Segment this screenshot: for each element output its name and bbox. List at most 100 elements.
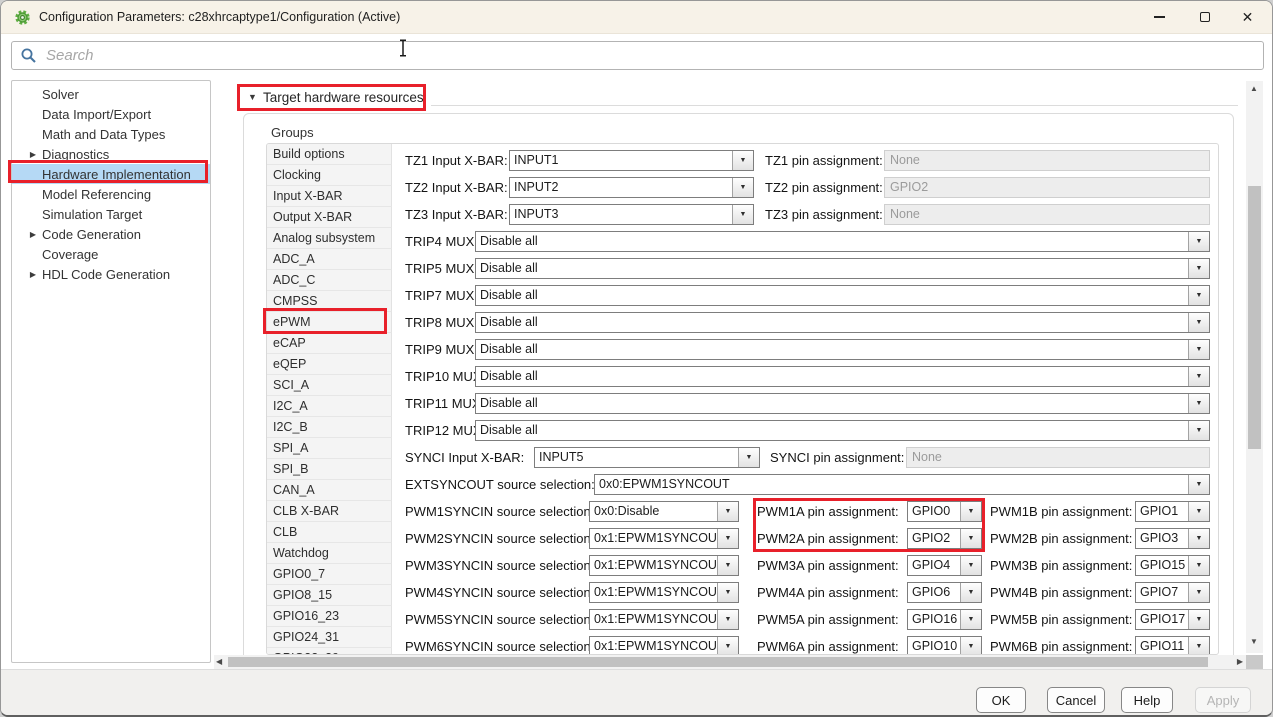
sidebar-item-diagnostics[interactable]: ▶ Diagnostics [12,144,210,164]
sidebar-item-code-generation[interactable]: ▶ Code Generation [12,224,210,244]
horizontal-scrollbar[interactable]: ◀ ▶ [214,655,1246,669]
combo-tz1-input-x-bar[interactable]: INPUT1▼ [509,150,754,171]
combo-value: INPUT1 [510,151,732,170]
combo-trip9-mux-select[interactable]: Disable all▼ [475,339,1210,360]
param-label-extsyncout-source-selection: EXTSYNCOUT source selection: [405,472,595,497]
combo-pwm4b-pin-assignment[interactable]: GPIO7▼ [1135,582,1210,603]
combo-pwm5b-pin-assignment[interactable]: GPIO17▼ [1135,609,1210,630]
combo-pwm1a-pin-assignment[interactable]: GPIO0▼ [907,501,982,522]
combo-arrow-icon: ▼ [717,556,738,575]
sidebar-item-solver[interactable]: Solver [12,84,210,104]
combo-pwm2a-pin-assignment[interactable]: GPIO2▼ [907,528,982,549]
ok-button[interactable]: OK [976,687,1026,713]
tree-expand-icon[interactable]: ▶ [28,230,38,239]
sidebar-item-label: Diagnostics [42,147,109,162]
param-row-pwm3syncin-source-selection: PWM3SYNCIN source selection:0x1:EPWM1SYN… [267,553,1218,578]
footer-bar: OK Cancel Help Apply [1,669,1272,715]
combo-arrow-icon: ▼ [1188,259,1209,278]
param-row-trip8-mux-select: TRIP8 MUX select:Disable all▼ [267,310,1218,335]
tree-expand-icon[interactable]: ▶ [28,270,38,279]
combo-extsyncout-source-selection[interactable]: 0x0:EPWM1SYNCOUT▼ [594,474,1210,495]
combo-arrow-icon: ▼ [1188,502,1209,521]
tree-expand-icon[interactable]: ▶ [28,150,38,159]
scrollbar-corner [1246,655,1263,669]
combo-arrow-icon: ▼ [960,529,981,548]
maximize-button[interactable] [1182,1,1227,33]
sidebar-tree: Solver Data Import/ExportMath and Data Ty… [11,80,211,663]
combo-trip10-mux-select[interactable]: Disable all▼ [475,366,1210,387]
param-label-synci-pin-assignment: SYNCI pin assignment: [770,445,904,470]
combo-value: Disable all [476,313,1188,332]
combo-arrow-icon: ▼ [1188,232,1209,251]
combo-synci-input-x-bar[interactable]: INPUT5▼ [534,447,760,468]
param-row-synci-input-x-bar: SYNCI Input X-BAR:INPUT5▼SYNCI pin assig… [267,445,1218,470]
section-collapse-icon[interactable]: ▼ [248,92,257,102]
param-label-pwm6b-pin-assignment: PWM6B pin assignment: [990,634,1132,655]
param-label-pwm1b-pin-assignment: PWM1B pin assignment: [990,499,1132,524]
combo-pwm3syncin-source-selection[interactable]: 0x1:EPWM1SYNCOUT▼ [589,555,739,576]
sidebar-item-simulation-target[interactable]: Simulation Target [12,204,210,224]
combo-tz2-input-x-bar[interactable]: INPUT2▼ [509,177,754,198]
sidebar-item-label: Solver [42,87,79,102]
combo-pwm1syncin-source-selection[interactable]: 0x0:Disable▼ [589,501,739,522]
combo-trip5-mux-select[interactable]: Disable all▼ [475,258,1210,279]
param-row-trip10-mux-select: TRIP10 MUX select:Disable all▼ [267,364,1218,389]
combo-value: GPIO3 [1136,529,1188,548]
param-label-pwm6a-pin-assignment: PWM6A pin assignment: [757,634,899,655]
combo-value: GPIO16 [908,610,960,629]
combo-trip7-mux-select[interactable]: Disable all▼ [475,285,1210,306]
combo-pwm1b-pin-assignment[interactable]: GPIO1▼ [1135,501,1210,522]
combo-tz3-input-x-bar[interactable]: INPUT3▼ [509,204,754,225]
combo-pwm2b-pin-assignment[interactable]: GPIO3▼ [1135,528,1210,549]
sidebar-item-label: Simulation Target [42,207,142,222]
combo-pwm5syncin-source-selection[interactable]: 0x1:EPWM1SYNCOUT▼ [589,609,739,630]
combo-trip11-mux-select[interactable]: Disable all▼ [475,393,1210,414]
param-row-pwm5syncin-source-selection: PWM5SYNCIN source selection:0x1:EPWM1SYN… [267,607,1218,632]
horizontal-scrollbar-thumb[interactable] [228,657,1208,667]
combo-pwm6b-pin-assignment[interactable]: GPIO11▼ [1135,636,1210,655]
combo-trip4-mux-select[interactable]: Disable all▼ [475,231,1210,252]
scroll-right-icon[interactable]: ▶ [1237,658,1243,666]
combo-pwm5a-pin-assignment[interactable]: GPIO16▼ [907,609,982,630]
scroll-down-icon[interactable]: ▼ [1250,638,1258,646]
sidebar-item-data-import-export[interactable]: Data Import/Export [12,104,210,124]
combo-value: INPUT3 [510,205,732,224]
combo-value: 0x1:EPWM1SYNCOUT [590,637,717,655]
combo-arrow-icon: ▼ [1188,394,1209,413]
help-button[interactable]: Help [1121,687,1173,713]
scroll-left-icon[interactable]: ◀ [216,658,222,666]
cancel-button[interactable]: Cancel [1047,687,1105,713]
combo-value: 0x1:EPWM1SYNCOUT [590,583,717,602]
combo-trip8-mux-select[interactable]: Disable all▼ [475,312,1210,333]
combo-arrow-icon: ▼ [1188,286,1209,305]
section-title[interactable]: Target hardware resources [263,90,424,105]
combo-pwm3a-pin-assignment[interactable]: GPIO4▼ [907,555,982,576]
scroll-up-icon[interactable]: ▲ [1250,85,1258,93]
close-button[interactable]: ✕ [1225,1,1270,33]
vertical-scrollbar-thumb[interactable] [1248,186,1261,449]
sidebar-item-coverage[interactable]: Coverage [12,244,210,264]
sidebar-item-hdl-code-generation[interactable]: ▶HDL Code Generation [12,264,210,284]
combo-pwm6syncin-source-selection[interactable]: 0x1:EPWM1SYNCOUT▼ [589,636,739,655]
combo-arrow-icon: ▼ [1188,556,1209,575]
sidebar-item-hardware-implementation[interactable]: Hardware Implementation [12,164,210,184]
combo-pwm4a-pin-assignment[interactable]: GPIO6▼ [907,582,982,603]
combo-pwm2syncin-source-selection[interactable]: 0x1:EPWM1SYNCOUT▼ [589,528,739,549]
param-label-pwm4a-pin-assignment: PWM4A pin assignment: [757,580,899,605]
param-label-pwm5b-pin-assignment: PWM5B pin assignment: [990,607,1132,632]
param-label-tz2-input-x-bar: TZ2 Input X-BAR: [405,175,508,200]
sidebar-item-math-and-data-types[interactable]: Math and Data Types [12,124,210,144]
combo-value: GPIO1 [1136,502,1188,521]
minimize-button[interactable] [1137,1,1182,33]
combo-trip12-mux-select[interactable]: Disable all▼ [475,420,1210,441]
combo-value: GPIO15 [1136,556,1188,575]
combo-pwm3b-pin-assignment[interactable]: GPIO15▼ [1135,555,1210,576]
sidebar-item-label: Code Generation [42,227,141,242]
combo-pwm4syncin-source-selection[interactable]: 0x1:EPWM1SYNCOUT▼ [589,582,739,603]
sidebar-item-model-referencing[interactable]: Model Referencing [12,184,210,204]
combo-arrow-icon: ▼ [717,637,738,655]
combo-arrow-icon: ▼ [717,529,738,548]
combo-pwm6a-pin-assignment[interactable]: GPIO10▼ [907,636,982,655]
vertical-scrollbar[interactable]: ▲ ▼ [1246,81,1263,653]
search-input[interactable] [11,41,1264,70]
